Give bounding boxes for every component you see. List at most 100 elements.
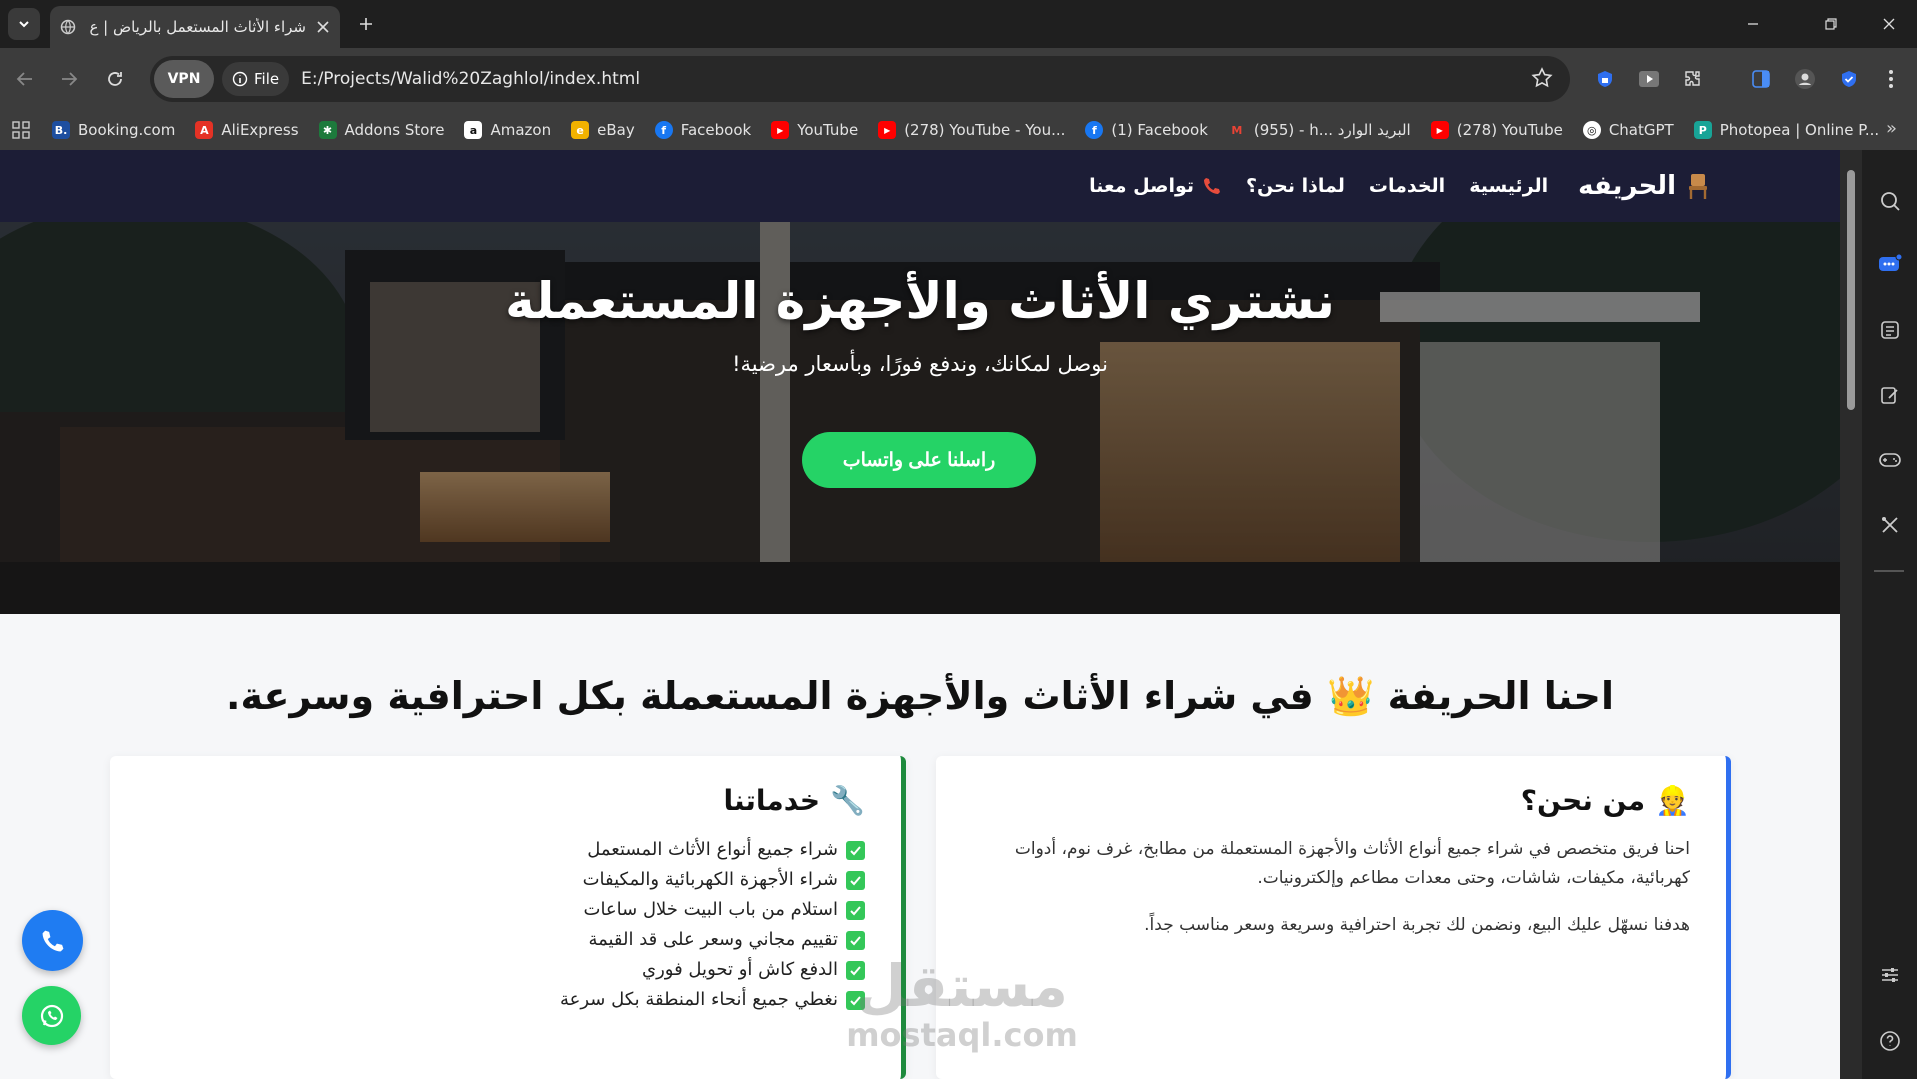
bookmark-item[interactable]: e eBay xyxy=(571,121,635,139)
close-window-button[interactable] xyxy=(1861,0,1917,48)
restore-button[interactable] xyxy=(1803,0,1859,48)
restore-icon xyxy=(1825,18,1837,30)
bookmark-item[interactable]: ▶ (278) YouTube - You... xyxy=(878,121,1065,139)
forward-button[interactable] xyxy=(52,62,86,96)
bookmark-label: (278) YouTube - You... xyxy=(904,121,1066,139)
brand-name: الحريفه xyxy=(1578,171,1676,201)
reload-icon xyxy=(108,72,122,86)
bookmark-favicon: ✱ xyxy=(318,121,337,139)
list-item: الدفع كاش أو تحويل فوري xyxy=(146,955,865,985)
list-item: شراء الأجهزة الكهربائية والمكيفات xyxy=(146,865,865,895)
bookmark-label: Booking.com xyxy=(78,121,176,139)
bookmark-favicon: e xyxy=(571,121,590,139)
search-icon[interactable] xyxy=(1875,186,1905,216)
list-item: نغطي جميع أنحاء المنطقة بكل سرعة xyxy=(146,985,865,1015)
whatsapp-cta-button[interactable]: راسلنا على واتساب xyxy=(802,432,1036,488)
about-paragraph-1: احنا فريق متخصص في شراء جميع أنواع الأثا… xyxy=(1014,839,1690,888)
sliders-icon[interactable] xyxy=(1875,960,1905,990)
nav-services[interactable]: الخدمات xyxy=(1369,175,1445,197)
page-scrollbar[interactable] xyxy=(1840,150,1862,1079)
chair-icon xyxy=(1689,174,1707,199)
whatsapp-icon xyxy=(40,1004,63,1027)
bookmark-label: YouTube xyxy=(797,121,859,139)
collections-icon[interactable] xyxy=(1875,315,1905,345)
check-icon xyxy=(846,870,865,890)
bookmark-item[interactable]: B. Booking.com xyxy=(52,121,175,139)
watermark-english: mostaql.com xyxy=(846,1016,1078,1054)
url-text[interactable]: E:/Projects/Walid%20Zaghlol/index.html xyxy=(301,69,640,89)
bookmark-favicon: a xyxy=(464,121,483,139)
headline-part-2: في شراء الأثاث والأجهزة المستعملة بكل اح… xyxy=(226,674,1314,718)
scrollbar-thumb[interactable] xyxy=(1847,170,1855,410)
sidebar-toggle-icon[interactable] xyxy=(1744,62,1778,96)
info-icon xyxy=(232,71,248,87)
minimize-icon xyxy=(1748,23,1758,25)
bookmark-item[interactable]: ◎ ChatGPT xyxy=(1582,121,1674,139)
new-tab-button[interactable] xyxy=(352,10,380,38)
minimize-button[interactable] xyxy=(1725,0,1781,48)
nav-home[interactable]: الرئيسية xyxy=(1469,175,1548,197)
back-button[interactable] xyxy=(8,62,42,96)
nav-why-us[interactable]: لماذا نحن؟ xyxy=(1246,175,1345,197)
apps-grid-icon[interactable] xyxy=(12,121,30,139)
worker-icon: 👷 xyxy=(1655,784,1690,817)
address-bar[interactable]: VPN File E:/Projects/Walid%20Zaghlol/ind… xyxy=(150,56,1570,102)
gamepad-icon[interactable] xyxy=(1875,445,1905,475)
close-icon xyxy=(1883,18,1895,30)
chevron-down-icon xyxy=(19,21,29,28)
copilot-chat-icon[interactable] xyxy=(1875,250,1905,280)
active-tab[interactable]: شراء الأثاث المستعمل بالرياض | ع xyxy=(50,6,340,48)
bookmark-item[interactable]: ✱ Addons Store xyxy=(318,121,445,139)
wrench-icon: 🔧 xyxy=(830,784,865,817)
site-info-button[interactable]: File xyxy=(222,62,290,96)
bookmark-favicon: f xyxy=(1085,121,1104,139)
bookmark-item[interactable]: M (955) - h... البريد الوارد xyxy=(1228,121,1410,139)
notes-icon[interactable] xyxy=(1875,380,1905,410)
bookmark-item[interactable]: a Amazon xyxy=(464,121,551,139)
service-text: استلام من باب البيت خلال ساعات xyxy=(583,899,839,920)
browser-toolbar: VPN File E:/Projects/Walid%20Zaghlol/ind… xyxy=(0,48,1917,110)
reload-button[interactable] xyxy=(98,62,132,96)
list-item: استلام من باب البيت خلال ساعات xyxy=(146,895,865,925)
bookmark-label: Addons Store xyxy=(344,121,445,139)
bookmark-item[interactable]: ▶ YouTube xyxy=(771,121,858,139)
service-text: نغطي جميع أنحاء المنطقة بكل سرعة xyxy=(559,989,838,1010)
help-icon[interactable] xyxy=(1875,1026,1905,1056)
hero-subtitle: نوصل لمكانك، وندفع فورًا، وبأسعار مرضية! xyxy=(732,352,1108,376)
media-extension-icon[interactable] xyxy=(1632,62,1666,96)
vpn-button[interactable]: VPN xyxy=(154,60,214,98)
bookmark-item[interactable]: A AliExpress xyxy=(195,121,299,139)
bookmark-item[interactable]: f (1) Facebook xyxy=(1085,121,1208,139)
bookmark-favicon: M xyxy=(1231,123,1243,137)
tab-search-button[interactable] xyxy=(8,8,40,40)
bookmark-item[interactable]: P Photopea | Online P... xyxy=(1693,121,1879,139)
bookmark-item[interactable]: ▶ (278) YouTube xyxy=(1430,121,1563,139)
bookmark-label: eBay xyxy=(597,121,635,139)
floating-call-button[interactable] xyxy=(22,910,83,971)
nav-contact[interactable]: تواصل معنا xyxy=(1089,175,1222,197)
side-panel-divider xyxy=(1874,570,1904,572)
shield-check-icon[interactable] xyxy=(1832,62,1866,96)
bookmark-label: (278) YouTube xyxy=(1456,121,1563,139)
bookmark-item[interactable]: f Facebook xyxy=(654,121,751,139)
bookmark-label: AliExpress xyxy=(221,121,299,139)
services-list: شراء جميع أنواع الأثاث المستعمل شراء الأ… xyxy=(146,835,865,1015)
services-title-row: 🔧 خدماتنا xyxy=(146,784,865,817)
profile-icon[interactable] xyxy=(1788,62,1822,96)
chevron-double-right-icon[interactable]: » xyxy=(1886,118,1897,139)
bookmark-favicon: f xyxy=(654,121,673,139)
puzzle-icon[interactable] xyxy=(1676,62,1710,96)
nav-contact-label: تواصل معنا xyxy=(1089,175,1195,197)
lock-extension-icon[interactable] xyxy=(1588,62,1622,96)
file-label: File xyxy=(254,70,280,88)
tools-icon[interactable] xyxy=(1875,510,1905,540)
floating-whatsapp-button[interactable] xyxy=(22,986,81,1045)
bookmark-star-icon[interactable] xyxy=(1530,66,1554,90)
site-logo[interactable]: الحريفه xyxy=(1578,171,1710,201)
list-item: تقييم مجاني وسعر على قد القيمة xyxy=(146,925,865,955)
close-icon[interactable] xyxy=(316,20,330,34)
menu-kebab-icon[interactable] xyxy=(1874,62,1908,96)
about-title-row: 👷 من نحن؟ xyxy=(972,784,1690,817)
arrow-left-icon xyxy=(16,72,32,86)
bookmark-favicon: B. xyxy=(52,121,70,139)
